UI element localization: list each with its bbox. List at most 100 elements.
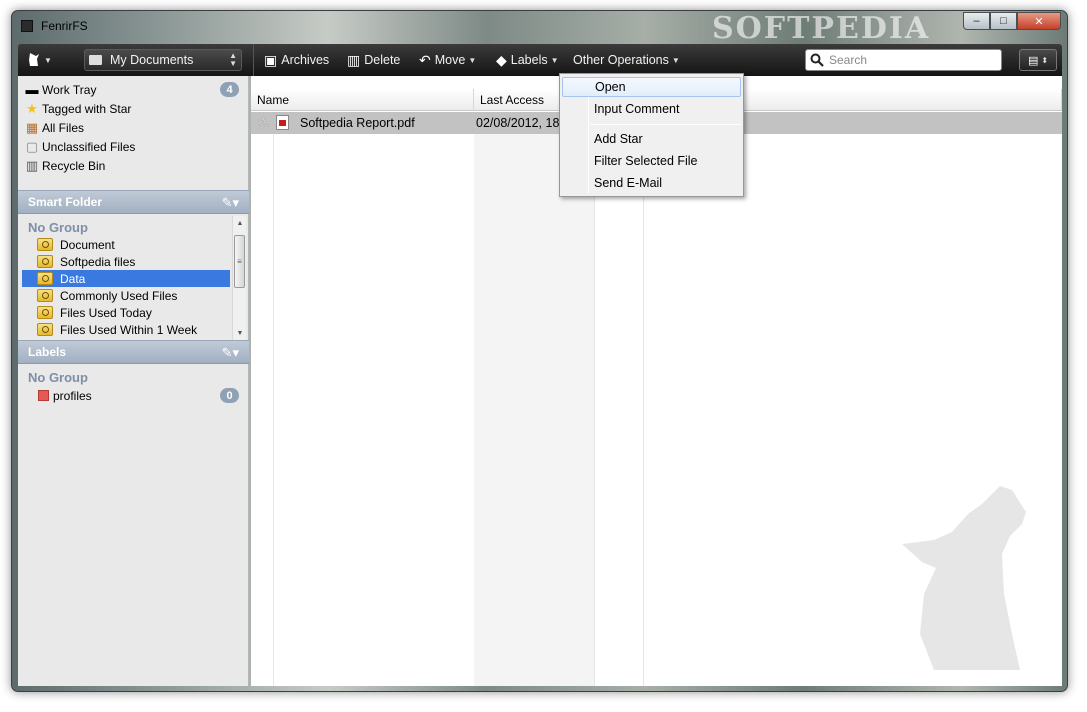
fenrir-logo-icon (29, 53, 39, 66)
smart-folder-scrollbar[interactable]: ▲ ≡ ▼ (232, 216, 246, 340)
smart-folder-label: Files Used Today (60, 305, 152, 320)
labels-group-title: No Group (28, 370, 88, 385)
location-dropdown[interactable]: My Documents ▲ ▼ (84, 49, 242, 71)
tag-icon: ◆ (496, 51, 507, 68)
star-icon[interactable]: ☆ (257, 115, 270, 133)
app-menu-button[interactable]: ▼ (27, 44, 52, 76)
smart-folder-item-used-within-week[interactable]: Files Used Within 1 Week (22, 321, 230, 338)
label-item-label: profiles (53, 388, 92, 403)
sidebar-item-tagged-with-star[interactable]: ★ Tagged with Star (24, 99, 131, 118)
archives-label: Archives (281, 53, 330, 67)
sidebar-item-unclassified-files[interactable]: ▢ Unclassified Files (24, 137, 136, 156)
monitor-icon (89, 55, 102, 65)
scroll-down-arrow-icon[interactable]: ▼ (233, 326, 247, 340)
minimize-button[interactable]: – (963, 12, 990, 30)
smart-folder-item-used-today[interactable]: Files Used Today (22, 304, 230, 321)
scroll-up-arrow-icon[interactable]: ▲ (233, 216, 247, 230)
sidebar: ▬ Work Tray 4 ★ Tagged with Star ▦ All F… (18, 76, 249, 686)
other-operations-label: Other Operations (573, 53, 669, 67)
close-button[interactable]: ✕ (1017, 12, 1061, 30)
delete-button[interactable]: ▥ Delete (347, 44, 400, 76)
labels-header[interactable]: Labels ✎▾ (18, 340, 249, 364)
chevron-down-icon: ▼ (468, 55, 477, 65)
column-header-name[interactable]: Name (251, 89, 474, 111)
edit-icon[interactable]: ✎▾ (222, 345, 239, 361)
spinner-arrows-icon: ⬍ (1041, 55, 1049, 65)
smart-folder-label: Files Used Within 1 Week (60, 322, 198, 337)
search-input[interactable] (829, 53, 989, 67)
smart-folder-icon (37, 323, 53, 336)
smart-folder-icon (37, 238, 53, 251)
move-button[interactable]: ↶ Move ▼ (419, 44, 476, 76)
edit-icon[interactable]: ✎▾ (222, 195, 239, 211)
archive-icon: ▣ (264, 51, 278, 68)
smart-folder-item-commonly-used[interactable]: Commonly Used Files (22, 287, 230, 304)
smart-folder-item-softpedia-files[interactable]: Softpedia files (22, 253, 230, 270)
smart-folder-label: Softpedia files (60, 254, 136, 269)
column-divider (594, 112, 595, 686)
toolbar: ▼ My Documents ▲ ▼ ▣ Archives ▥ Delete ↶ … (18, 44, 1062, 76)
recycle-bin-icon: ▥ (25, 157, 39, 173)
maximize-button[interactable]: □ (990, 12, 1017, 30)
move-arrow-icon: ↶ (419, 51, 431, 68)
smart-folder-item-data[interactable]: Data (22, 270, 230, 287)
label-count-badge: 0 (220, 388, 239, 403)
label-color-swatch (38, 390, 49, 401)
archives-button[interactable]: ▣ Archives (264, 44, 329, 76)
sidebar-item-label: Tagged with Star (42, 101, 132, 116)
sorted-column-shade (474, 112, 594, 686)
smart-folder-label: Data (60, 271, 86, 286)
smart-folder-label: Document (60, 237, 115, 252)
app-window: FenrirFS SOFTPEDIA – □ ✕ ▼ My Documents … (11, 10, 1068, 692)
smart-folder-icon (37, 306, 53, 319)
menu-separator (590, 124, 741, 125)
menu-item-input-comment[interactable]: Input Comment (562, 99, 741, 119)
fenrir-wolf-logo-icon (902, 486, 1026, 670)
search-icon (810, 53, 824, 67)
smart-folder-header[interactable]: Smart Folder ✎▾ (18, 190, 249, 214)
watermark: SOFTPEDIA (712, 11, 931, 46)
menu-item-filter-selected-file[interactable]: Filter Selected File (562, 151, 741, 171)
label-item-profiles[interactable]: profiles (38, 386, 92, 405)
other-operations-button[interactable]: Other Operations ▼ (573, 44, 680, 76)
smart-folder-group-title: No Group (28, 220, 88, 235)
window-controls: – □ ✕ (963, 12, 1061, 30)
sidebar-item-work-tray[interactable]: ▬ Work Tray (24, 80, 97, 99)
smart-folder-label: Commonly Used Files (60, 288, 178, 303)
sidebar-item-recycle-bin[interactable]: ▥ Recycle Bin (24, 156, 106, 175)
pdf-file-icon (276, 115, 289, 130)
toolbar-divider (253, 44, 254, 76)
list-view-icon: ▤ (1027, 54, 1039, 67)
smart-folder-icon (37, 272, 53, 285)
labels-title: Labels (28, 345, 67, 359)
menu-item-add-star[interactable]: Add Star (562, 129, 741, 149)
sidebar-item-label: Recycle Bin (42, 158, 106, 173)
work-tray-count-badge: 4 (220, 82, 239, 97)
chevron-down-icon: ▼ (44, 55, 52, 65)
scrollbar-thumb[interactable]: ≡ (234, 235, 245, 288)
smart-folder-icon (37, 289, 53, 302)
spinner-arrows-icon: ▲ ▼ (229, 51, 237, 68)
location-label: My Documents (110, 53, 194, 67)
other-operations-menu: Open Input Comment Add Star Filter Selec… (559, 73, 744, 197)
view-mode-button[interactable]: ▤ ⬍ (1019, 49, 1057, 71)
sidebar-item-all-files[interactable]: ▦ All Files (24, 118, 84, 137)
smart-folder-item-document[interactable]: Document (22, 236, 230, 253)
chevron-down-icon: ▼ (550, 55, 559, 65)
labels-label: Labels (510, 53, 548, 67)
sidebar-item-label: Work Tray (42, 82, 97, 97)
menu-item-send-email[interactable]: Send E-Mail (562, 173, 741, 193)
search-box (805, 49, 1002, 71)
title-bar: FenrirFS SOFTPEDIA – □ ✕ (12, 11, 1067, 46)
labels-button[interactable]: ◆ Labels ▼ (496, 44, 559, 76)
delete-label: Delete (364, 53, 401, 67)
work-tray-icon: ▬ (25, 82, 39, 97)
all-files-icon: ▦ (25, 119, 39, 135)
file-last-access: 02/08/2012, 18:3 (476, 116, 570, 130)
move-label: Move (434, 53, 466, 67)
column-divider (643, 112, 644, 686)
file-name: Softpedia Report.pdf (300, 116, 415, 130)
star-icon: ★ (26, 100, 38, 116)
sidebar-item-label: Unclassified Files (42, 139, 136, 154)
menu-item-open[interactable]: Open (562, 77, 741, 97)
